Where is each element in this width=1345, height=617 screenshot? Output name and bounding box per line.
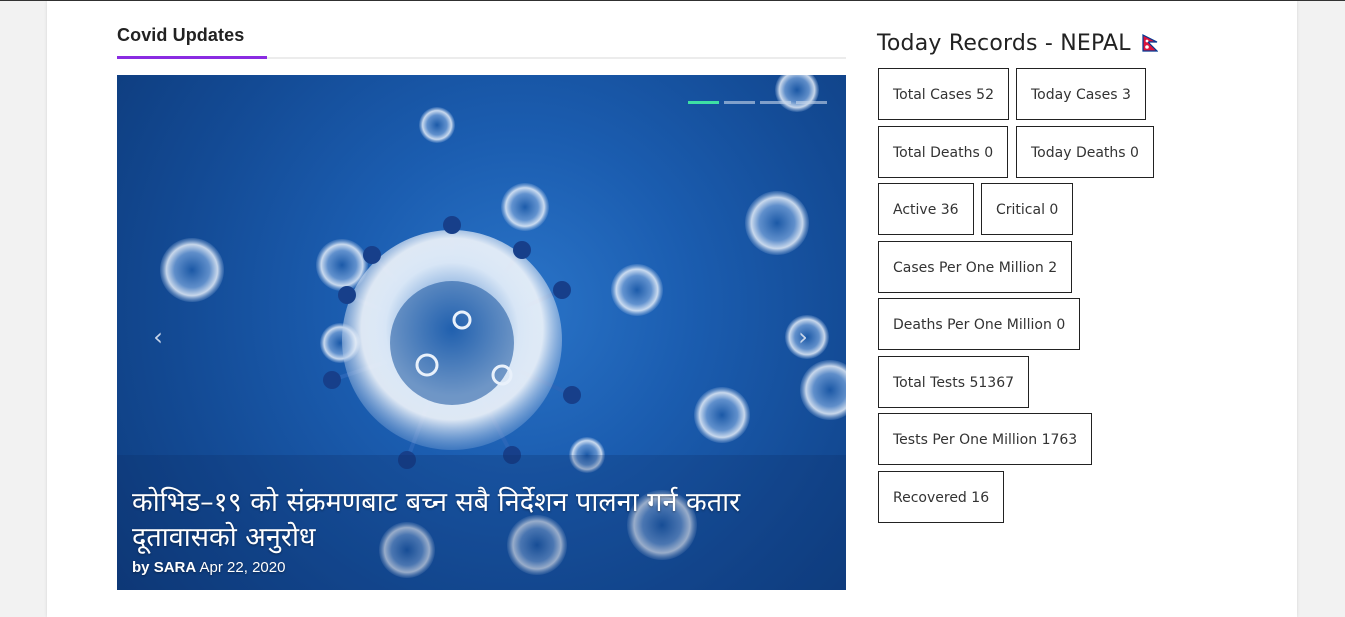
stat-total-cases: Total Cases 52	[878, 68, 1009, 120]
stat-label: Critical	[996, 202, 1045, 218]
slide-caption: कोभिड–१९ को संक्रमणबाट बच्न सबै निर्देशन…	[132, 485, 822, 576]
stat-label: Today Cases	[1031, 87, 1118, 103]
stat-active: Active 36	[878, 183, 974, 235]
stat-tests-per-million: Tests Per One Million 1763	[878, 413, 1093, 465]
stat-critical: Critical 0	[981, 183, 1074, 235]
stat-value: 1763	[1041, 432, 1078, 448]
stat-label: Deaths Per One Million	[893, 317, 1052, 333]
stat-value: 0	[1049, 202, 1059, 218]
section-title: Covid Updates	[117, 25, 245, 45]
slide-headline[interactable]: कोभिड–१९ को संक्रमणबाट बच्न सबै निर्देशन…	[132, 485, 822, 555]
stat-value: 16	[971, 490, 990, 506]
stat-deaths-per-million: Deaths Per One Million 0	[878, 298, 1081, 350]
stat-value: 36	[940, 202, 959, 218]
stat-label: Active	[893, 202, 937, 218]
stat-label: Today Deaths	[1031, 145, 1126, 161]
stat-label: Tests Per One Million	[893, 432, 1038, 448]
stat-total-deaths: Total Deaths 0	[878, 126, 1009, 178]
stat-today-cases: Today Cases 3	[1016, 68, 1146, 120]
stat-value: 0	[1056, 317, 1066, 333]
slider-pagination	[688, 101, 827, 104]
by-label: by	[132, 559, 150, 576]
stat-label: Total Tests	[893, 375, 966, 391]
stat-value: 3	[1121, 87, 1131, 103]
stat-today-deaths: Today Deaths 0	[1016, 126, 1154, 178]
records-title: Today Records - NEPAL	[877, 31, 1158, 56]
nepal-flag-icon	[1142, 34, 1158, 52]
stat-recovered: Recovered 16	[878, 471, 1005, 523]
stat-value: 2	[1048, 260, 1058, 276]
records-title-text: Today Records - NEPAL	[877, 31, 1131, 56]
post-date: Apr 22, 2020	[199, 559, 286, 576]
slider-dot-3[interactable]	[760, 101, 791, 104]
stat-value: 0	[984, 145, 994, 161]
stat-total-tests: Total Tests 51367	[878, 356, 1030, 408]
stat-cases-per-million: Cases Per One Million 2	[878, 241, 1073, 293]
stat-label: Cases Per One Million	[893, 260, 1044, 276]
section-title-underline	[117, 56, 267, 59]
author-link[interactable]: SARA	[154, 559, 197, 576]
stat-label: Total Cases	[893, 87, 972, 103]
chevron-left-icon[interactable]: ‹	[147, 323, 169, 351]
slider-dot-1[interactable]	[688, 101, 719, 104]
stat-label: Recovered	[893, 490, 967, 506]
stat-value: 51367	[969, 375, 1015, 391]
stat-value: 52	[976, 87, 994, 103]
slide-meta: by SARA Apr 22, 2020	[132, 559, 822, 576]
slider-dot-2[interactable]	[724, 101, 755, 104]
stat-value: 0	[1130, 145, 1139, 161]
chevron-right-icon[interactable]: ›	[792, 323, 814, 351]
slider-dot-4[interactable]	[796, 101, 827, 104]
news-slider[interactable]: ‹ › कोभिड–१९ को संक्रमणबाट बच्न सबै निर्…	[117, 75, 846, 590]
stat-label: Total Deaths	[893, 145, 980, 161]
